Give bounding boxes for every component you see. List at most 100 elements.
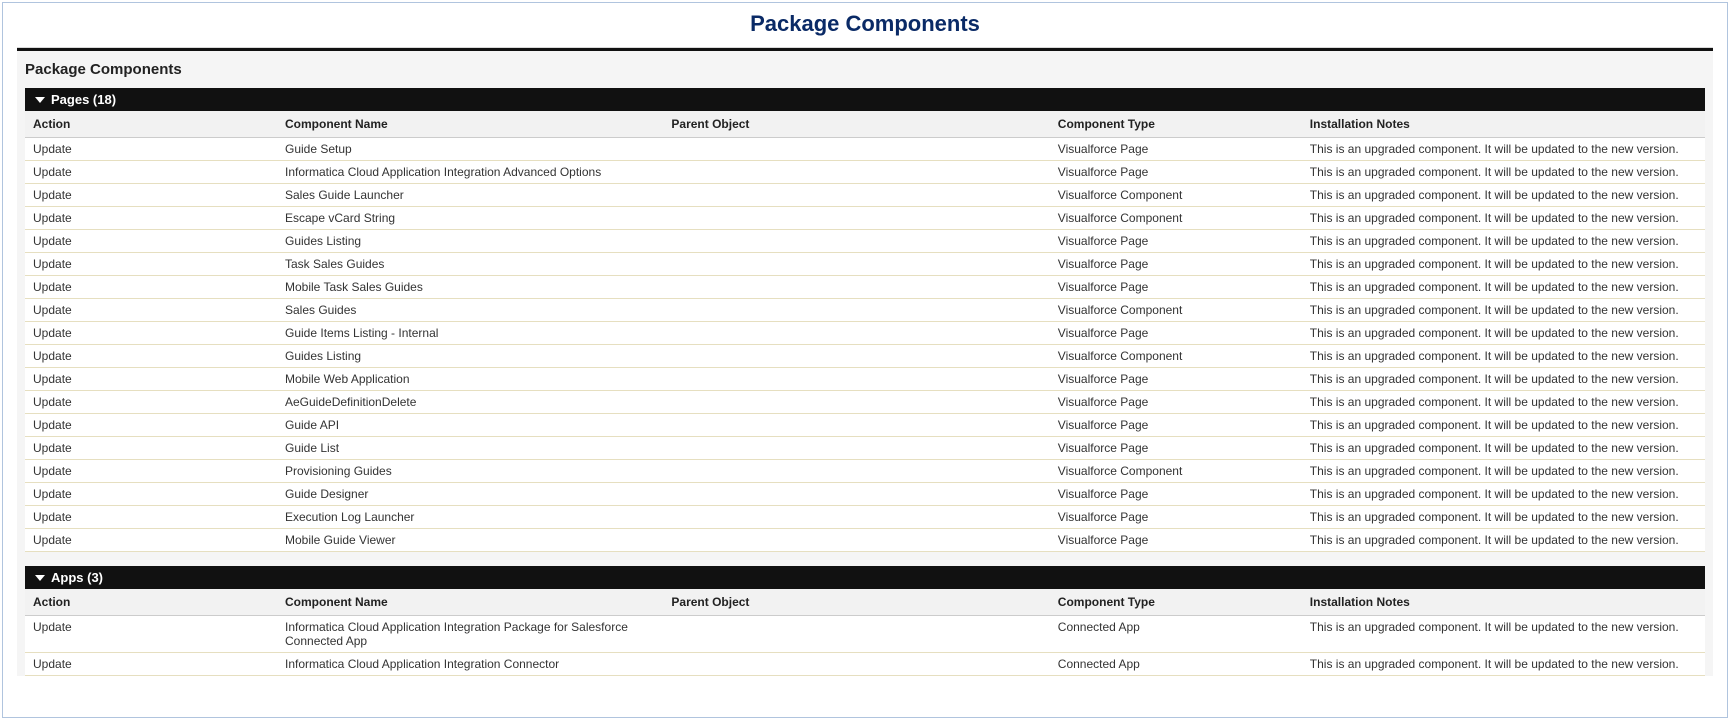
table-row: UpdateGuide APIVisualforce PageThis is a… [25,414,1705,437]
cell-name: Mobile Web Application [277,368,663,391]
column-header-action[interactable]: Action [25,111,277,138]
cell-parent [663,616,1049,653]
cell-notes: This is an upgraded component. It will b… [1302,299,1705,322]
cell-action: Update [25,161,277,184]
column-header-type[interactable]: Component Type [1050,111,1302,138]
cell-parent [663,414,1049,437]
cell-type: Visualforce Component [1050,460,1302,483]
cell-notes: This is an upgraded component. It will b… [1302,460,1705,483]
components-table: ActionComponent NameParent ObjectCompone… [25,111,1705,552]
cell-notes: This is an upgraded component. It will b… [1302,184,1705,207]
cell-notes: This is an upgraded component. It will b… [1302,253,1705,276]
cell-name: Provisioning Guides [277,460,663,483]
table-row: UpdateGuide Designer Visualforce PageThis… [25,483,1705,506]
column-header-notes[interactable]: Installation Notes [1302,589,1705,616]
column-header-parent[interactable]: Parent Object [663,589,1049,616]
cell-action: Update [25,345,277,368]
cell-notes: This is an upgraded component. It will b… [1302,437,1705,460]
cell-type: Visualforce Component [1050,184,1302,207]
cell-type: Visualforce Page [1050,230,1302,253]
cell-parent [663,253,1049,276]
cell-action: Update [25,529,277,552]
table-row: UpdateGuide ListVisualforce PageThis is … [25,437,1705,460]
section-table: ActionComponent NameParent ObjectCompone… [25,589,1705,676]
table-row: UpdateProvisioning Guides Visualforce Com… [25,460,1705,483]
cell-notes: This is an upgraded component. It will b… [1302,653,1705,676]
cell-parent [663,345,1049,368]
table-row: UpdateGuide Items Listing - InternalVisu… [25,322,1705,345]
cell-notes: This is an upgraded component. It will b… [1302,368,1705,391]
table-row: UpdateAeGuideDefinitionDeleteVisualforce… [25,391,1705,414]
cell-action: Update [25,368,277,391]
cell-name: AeGuideDefinitionDelete [277,391,663,414]
table-row: UpdateMobile Guide Viewer Visualforce Pag… [25,529,1705,552]
cell-parent [663,460,1049,483]
cell-parent [663,483,1049,506]
section-header[interactable]: Pages (18) [25,88,1705,111]
cell-name: Guide Items Listing - Internal [277,322,663,345]
table-row: UpdateTask Sales GuidesVisualforce PageT… [25,253,1705,276]
column-header-notes[interactable]: Installation Notes [1302,111,1705,138]
section-table: ActionComponent NameParent ObjectCompone… [25,111,1705,552]
cell-action: Update [25,230,277,253]
cell-action: Update [25,460,277,483]
cell-notes: This is an upgraded component. It will b… [1302,414,1705,437]
column-header-parent[interactable]: Parent Object [663,111,1049,138]
column-header-type[interactable]: Component Type [1050,589,1302,616]
cell-parent [663,276,1049,299]
cell-name: Informatica Cloud Application Integratio… [277,161,663,184]
cell-notes: This is an upgraded component. It will b… [1302,483,1705,506]
table-row: UpdateGuides Listing Visualforce Componen… [25,345,1705,368]
cell-name: Mobile Task Sales Guides [277,276,663,299]
cell-type: Visualforce Page [1050,483,1302,506]
cell-parent [663,161,1049,184]
cell-name: Guides Listing [277,230,663,253]
cell-type: Visualforce Page [1050,368,1302,391]
cell-type: Visualforce Page [1050,437,1302,460]
cell-name: Guide List [277,437,663,460]
cell-name: Guide Designer [277,483,663,506]
cell-name: Mobile Guide Viewer [277,529,663,552]
table-row: UpdateMobile Task Sales GuidesVisualforc… [25,276,1705,299]
table-row: UpdateInformatica Cloud Application Inte… [25,161,1705,184]
section-title: Apps (3) [51,570,103,585]
cell-action: Update [25,414,277,437]
cell-notes: This is an upgraded component. It will b… [1302,616,1705,653]
scroll-area[interactable]: Package Components Pages (18)ActionCompo… [17,47,1713,687]
disclosure-triangle-icon [35,575,45,581]
cell-name: Informatica Cloud Application Integratio… [277,616,663,653]
table-row: UpdateExecution Log LauncherVisualforce … [25,506,1705,529]
cell-action: Update [25,483,277,506]
package-components-panel: Package Components Pages (18)ActionCompo… [17,48,1713,676]
cell-name: Escape vCard String [277,207,663,230]
cell-parent [663,322,1049,345]
table-row: UpdateSales GuidesVisualforce ComponentT… [25,299,1705,322]
cell-action: Update [25,138,277,161]
cell-parent [663,207,1049,230]
cell-action: Update [25,616,277,653]
column-header-action[interactable]: Action [25,589,277,616]
table-row: UpdateGuides Listing Visualforce PageThis… [25,230,1705,253]
cell-type: Visualforce Component [1050,345,1302,368]
cell-action: Update [25,391,277,414]
panel-title: Package Components [17,51,1713,88]
cell-notes: This is an upgraded component. It will b… [1302,391,1705,414]
cell-notes: This is an upgraded component. It will b… [1302,230,1705,253]
window-frame: Package Components Package Components Pa… [2,2,1728,718]
cell-name: Guide Setup [277,138,663,161]
cell-action: Update [25,184,277,207]
cell-action: Update [25,299,277,322]
section-header[interactable]: Apps (3) [25,566,1705,589]
cell-type: Visualforce Page [1050,529,1302,552]
cell-name: Guides Listing [277,345,663,368]
cell-type: Visualforce Page [1050,322,1302,345]
components-table: ActionComponent NameParent ObjectCompone… [25,589,1705,676]
column-header-name[interactable]: Component Name [277,589,663,616]
disclosure-triangle-icon [35,97,45,103]
cell-notes: This is an upgraded component. It will b… [1302,276,1705,299]
cell-action: Update [25,653,277,676]
column-header-name[interactable]: Component Name [277,111,663,138]
cell-action: Update [25,276,277,299]
cell-type: Visualforce Page [1050,138,1302,161]
cell-name: Sales Guide Launcher [277,184,663,207]
